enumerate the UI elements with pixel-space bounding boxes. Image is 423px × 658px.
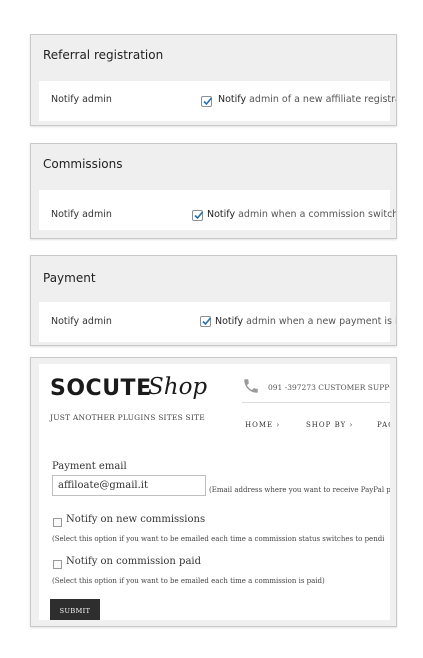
checkmark-icon	[203, 97, 213, 106]
payment-email-input[interactable]	[52, 475, 206, 496]
settings-row: Notify admin Notify admin when a commiss…	[39, 190, 396, 230]
panel-title: Referral registration	[43, 48, 164, 62]
checkmark-icon	[194, 211, 204, 220]
row-label: Notify admin	[51, 316, 112, 327]
submit-button[interactable]: SUBMIT	[50, 599, 100, 620]
checkmark-icon	[202, 317, 212, 326]
shop-preview-panel: SOCUTE Shop JUST ANOTHER PLUGINS SITES S…	[30, 357, 397, 627]
panel-title: Commissions	[43, 157, 123, 171]
shop-logo[interactable]: SOCUTE	[50, 376, 152, 401]
notify-admin-checkbox[interactable]	[201, 96, 213, 107]
notify-admin-checkbox[interactable]	[200, 316, 212, 327]
payment-email-label: Payment email	[52, 461, 127, 472]
customer-support-phone: 091 -397273 CUSTOMER SUPPORT	[268, 383, 390, 392]
nav-shop-by[interactable]: SHOP BY ›	[306, 421, 353, 429]
desc-rest: admin when a commission switches to	[238, 209, 396, 220]
desc-rest: admin of a new affiliate registratio	[246, 94, 397, 105]
nav-home[interactable]: HOME ›	[245, 421, 280, 429]
notify-new-commissions-label: Notify on new commissions	[66, 514, 206, 525]
row-description: Notify admin when a new payment is issu	[215, 316, 397, 327]
desc-strong: Notify	[215, 316, 244, 327]
row-description: Notify admin of a new affiliate registra…	[218, 94, 397, 105]
notify-new-commissions-note: (Select this option if you want to be em…	[52, 535, 385, 543]
site-tagline: JUST ANOTHER PLUGINS SITES SITE	[50, 413, 205, 422]
nav-divider	[242, 402, 390, 403]
notify-admin-checkbox[interactable]	[192, 210, 204, 221]
desc-strong: Notify	[218, 94, 247, 105]
desc-rest: admin when a new payment is issu	[243, 316, 397, 327]
phone-icon	[244, 379, 258, 393]
nav-pages[interactable]: PAG	[377, 421, 390, 429]
shop-logo-script: Shop	[148, 374, 208, 400]
row-label: Notify admin	[51, 94, 112, 105]
commissions-panel: Commissions Notify admin Notify admin wh…	[30, 143, 397, 239]
settings-row: Notify admin Notify admin when a new pay…	[39, 302, 396, 342]
referral-registration-panel: Referral registration Notify admin Notif…	[30, 34, 397, 126]
settings-row: Notify admin Notify admin of a new affil…	[39, 81, 396, 121]
notify-new-commissions-checkbox[interactable]	[53, 518, 62, 527]
payment-panel: Payment Notify admin Notify admin when a…	[30, 255, 397, 346]
payment-email-hint: (Email address where you want to receive…	[209, 486, 390, 494]
row-description: Notify admin when a commission switches …	[207, 209, 396, 220]
desc-strong: Notify	[207, 209, 236, 220]
notify-commission-paid-label: Notify on commission paid	[66, 556, 202, 567]
notify-commission-paid-checkbox[interactable]	[53, 560, 62, 569]
notify-commission-paid-note: (Select this option if you want to be em…	[52, 577, 325, 585]
panel-title: Payment	[43, 271, 96, 285]
shop-page: SOCUTE Shop JUST ANOTHER PLUGINS SITES S…	[39, 364, 390, 620]
row-label: Notify admin	[51, 209, 112, 220]
